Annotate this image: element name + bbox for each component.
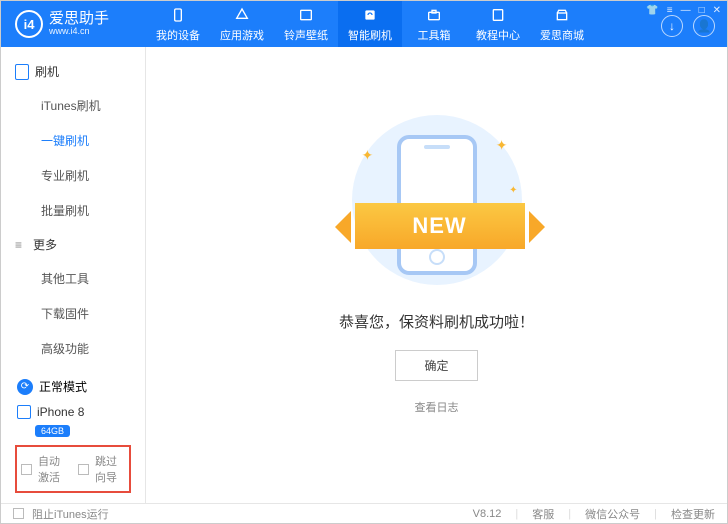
- sidebar-item-pro-flash[interactable]: 专业刷机: [1, 158, 145, 193]
- nav-store[interactable]: 爱思商城: [530, 1, 594, 47]
- nav-label: 我的设备: [156, 27, 200, 43]
- store-icon: [553, 6, 571, 24]
- prevent-itunes-checkbox[interactable]: 阻止iTunes运行: [13, 506, 109, 522]
- nav-flash[interactable]: 智能刷机: [338, 1, 402, 47]
- success-message: 恭喜您，保资料刷机成功啦！: [339, 311, 534, 332]
- phone-icon: [169, 6, 187, 24]
- view-log-link[interactable]: 查看日志: [415, 399, 459, 415]
- mode-row[interactable]: ⟳ 正常模式: [11, 374, 135, 399]
- nav-label: 教程中心: [476, 27, 520, 43]
- mode-label: 正常模式: [39, 378, 87, 395]
- nav-label: 应用游戏: [220, 27, 264, 43]
- logo[interactable]: i4 爱思助手 www.i4.cn: [1, 10, 146, 38]
- logo-url: www.i4.cn: [49, 27, 109, 37]
- header-right: ↓ 👤: [661, 15, 715, 37]
- image-icon: [297, 6, 315, 24]
- main-content: ✦ ✦ ✦ NEW 恭喜您，保资料刷机成功啦！ 确定 查看日志: [146, 47, 727, 503]
- nav-tutorial[interactable]: 教程中心: [466, 1, 530, 47]
- nav-label: 爱思商城: [540, 27, 584, 43]
- book-icon: [489, 6, 507, 24]
- footer: 阻止iTunes运行 V8.12 | 客服 | 微信公众号 | 检查更新: [1, 503, 727, 523]
- user-button[interactable]: 👤: [693, 15, 715, 37]
- sidebar: 刷机 iTunes刷机 一键刷机 专业刷机 批量刷机 更多 其他工具 下载固件 …: [1, 47, 146, 503]
- logo-title: 爱思助手: [49, 11, 109, 28]
- storage-badge: 64GB: [35, 425, 70, 437]
- skip-guide-checkbox[interactable]: 跳过向导: [78, 453, 125, 485]
- check-update-link[interactable]: 检查更新: [671, 506, 715, 522]
- nav-my-device[interactable]: 我的设备: [146, 1, 210, 47]
- top-nav: 我的设备 应用游戏 铃声壁纸 智能刷机 工具箱 教程中心 爱思商城: [146, 1, 594, 47]
- sidebar-group-more[interactable]: 更多: [1, 228, 145, 261]
- auto-activate-checkbox[interactable]: 自动激活: [21, 453, 68, 485]
- nav-apps[interactable]: 应用游戏: [210, 1, 274, 47]
- apps-icon: [233, 6, 251, 24]
- sidebar-item-download-firmware[interactable]: 下载固件: [1, 296, 145, 331]
- download-button[interactable]: ↓: [661, 15, 683, 37]
- sidebar-group-flash[interactable]: 刷机: [1, 55, 145, 88]
- sidebar-item-advanced[interactable]: 高级功能: [1, 331, 145, 366]
- sidebar-item-oneclick-flash[interactable]: 一键刷机: [1, 123, 145, 158]
- sidebar-bottom: ⟳ 正常模式 iPhone 8 64GB 自动激活 跳过向导: [1, 366, 145, 503]
- nav-ringtones[interactable]: 铃声壁纸: [274, 1, 338, 47]
- tshirt-icon[interactable]: 👕: [646, 5, 658, 16]
- device-name: iPhone 8: [37, 405, 84, 419]
- app-header: i4 爱思助手 www.i4.cn 我的设备 应用游戏 铃声壁纸 智能刷机 工具…: [1, 1, 727, 47]
- sidebar-item-other-tools[interactable]: 其他工具: [1, 261, 145, 296]
- app-body: 刷机 iTunes刷机 一键刷机 专业刷机 批量刷机 更多 其他工具 下载固件 …: [1, 47, 727, 503]
- nav-label: 智能刷机: [348, 27, 392, 43]
- sidebar-item-batch-flash[interactable]: 批量刷机: [1, 193, 145, 228]
- version-label: V8.12: [473, 508, 502, 520]
- wechat-link[interactable]: 微信公众号: [585, 506, 640, 522]
- nav-label: 铃声壁纸: [284, 27, 328, 43]
- nav-label: 工具箱: [418, 27, 451, 43]
- logo-icon: i4: [15, 10, 43, 38]
- sidebar-item-itunes-flash[interactable]: iTunes刷机: [1, 88, 145, 123]
- new-ribbon: NEW: [355, 203, 525, 249]
- device-row[interactable]: iPhone 8: [11, 399, 135, 421]
- toolbox-icon: [425, 6, 443, 24]
- illustration: ✦ ✦ ✦ NEW: [337, 115, 537, 285]
- refresh-icon: ⟳: [17, 379, 33, 395]
- highlighted-options: 自动激活 跳过向导: [15, 445, 131, 493]
- device-icon: [17, 405, 31, 419]
- nav-toolbox[interactable]: 工具箱: [402, 1, 466, 47]
- refresh-icon: [361, 6, 379, 24]
- support-link[interactable]: 客服: [532, 506, 554, 522]
- ok-button[interactable]: 确定: [395, 350, 477, 381]
